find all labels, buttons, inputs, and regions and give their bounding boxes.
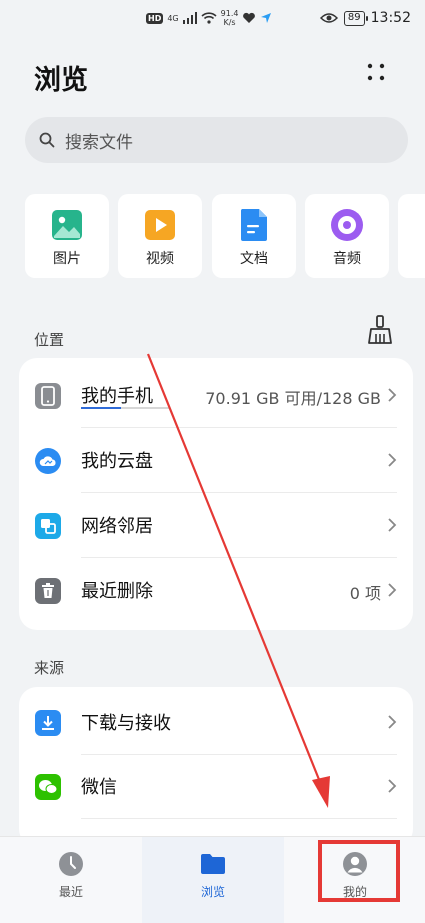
signal-icon	[182, 12, 197, 24]
location-item-network[interactable]: 网络邻居	[19, 493, 413, 558]
chevron-right-icon	[388, 583, 397, 597]
category-label: 图片	[53, 251, 81, 267]
location-item-label: 我的手机	[81, 386, 153, 407]
page-title: 浏览	[34, 65, 88, 96]
video-icon	[143, 208, 177, 242]
chevron-right-icon	[388, 715, 397, 729]
annotation-highlight-box	[318, 840, 400, 902]
location-card: 我的手机 70.91 GB 可用/128 GB 我的云盘 网络邻居 最近删除 0…	[19, 358, 413, 630]
wifi-icon	[201, 12, 217, 24]
eye-icon	[319, 13, 338, 23]
cloud-icon	[35, 448, 61, 474]
document-icon	[237, 208, 271, 242]
net-speed: 91.4 K/s	[220, 9, 239, 27]
trash-icon	[35, 578, 61, 604]
folder-icon	[201, 854, 225, 874]
location-item-my-cloud[interactable]: 我的云盘	[19, 428, 413, 493]
nav-recent[interactable]: 最近	[0, 837, 142, 923]
chevron-right-icon	[388, 518, 397, 532]
heart-rate-icon	[243, 12, 256, 23]
location-item-my-phone[interactable]: 我的手机 70.91 GB 可用/128 GB	[19, 363, 413, 428]
audio-icon	[330, 208, 364, 242]
status-icons: HD 4G 91.4 K/s	[146, 9, 272, 27]
category-label: 文档	[240, 251, 268, 267]
signal-label: 4G	[167, 13, 179, 23]
category-label: 视频	[146, 251, 174, 267]
deleted-count: 0 项	[349, 584, 381, 603]
status-right: 89 13:52	[319, 10, 411, 26]
status-bar: HD 4G 91.4 K/s 89 13:52	[0, 0, 425, 40]
hd-badge: HD	[146, 12, 164, 24]
location-item-label: 我的云盘	[81, 451, 153, 472]
storage-usage-bar	[81, 407, 169, 409]
clean-button[interactable]	[367, 315, 393, 345]
search-placeholder: 搜索文件	[65, 132, 133, 153]
storage-usage-fill	[81, 407, 121, 409]
source-item-downloads[interactable]: 下载与接收	[19, 690, 413, 755]
storage-meta: 70.91 GB 可用/128 GB	[205, 389, 381, 408]
location-item-label: 网络邻居	[81, 516, 153, 537]
search-input[interactable]: 搜索文件	[25, 117, 408, 163]
clock-icon	[59, 852, 83, 876]
battery-indicator: 89	[343, 10, 368, 26]
nav-browse[interactable]: 浏览	[142, 837, 284, 923]
location-arrow-icon	[261, 13, 272, 23]
broom-icon	[368, 315, 392, 344]
category-images[interactable]: 图片	[25, 194, 109, 278]
chevron-right-icon	[388, 453, 397, 467]
sources-card: 下载与接收 微信	[19, 687, 413, 847]
phone-icon	[35, 383, 61, 409]
chevron-right-icon	[388, 388, 397, 402]
wechat-icon	[35, 774, 61, 800]
location-item-label: 最近删除	[81, 581, 153, 602]
source-item-label: 下载与接收	[81, 713, 171, 734]
clock-time: 13:52	[370, 10, 411, 26]
nav-label: 浏览	[200, 885, 225, 899]
section-title-location: 位置	[34, 331, 65, 349]
source-item-wechat[interactable]: 微信	[19, 754, 413, 819]
network-icon	[35, 513, 61, 539]
download-icon	[35, 710, 61, 736]
category-audio[interactable]: 音频	[305, 194, 389, 278]
category-label: 音频	[333, 251, 361, 267]
section-title-sources: 来源	[34, 659, 65, 677]
location-item-recently-deleted[interactable]: 最近删除 0 项	[19, 558, 413, 623]
source-item-label: 微信	[81, 777, 117, 798]
category-documents[interactable]: 文档	[212, 194, 296, 278]
category-more-partial[interactable]	[398, 194, 425, 278]
nav-label: 最近	[58, 885, 83, 899]
chevron-right-icon	[388, 779, 397, 793]
image-icon	[50, 208, 84, 242]
more-dots-icon	[367, 63, 385, 81]
search-icon	[39, 132, 55, 148]
more-button[interactable]	[364, 60, 388, 84]
category-videos[interactable]: 视频	[118, 194, 202, 278]
